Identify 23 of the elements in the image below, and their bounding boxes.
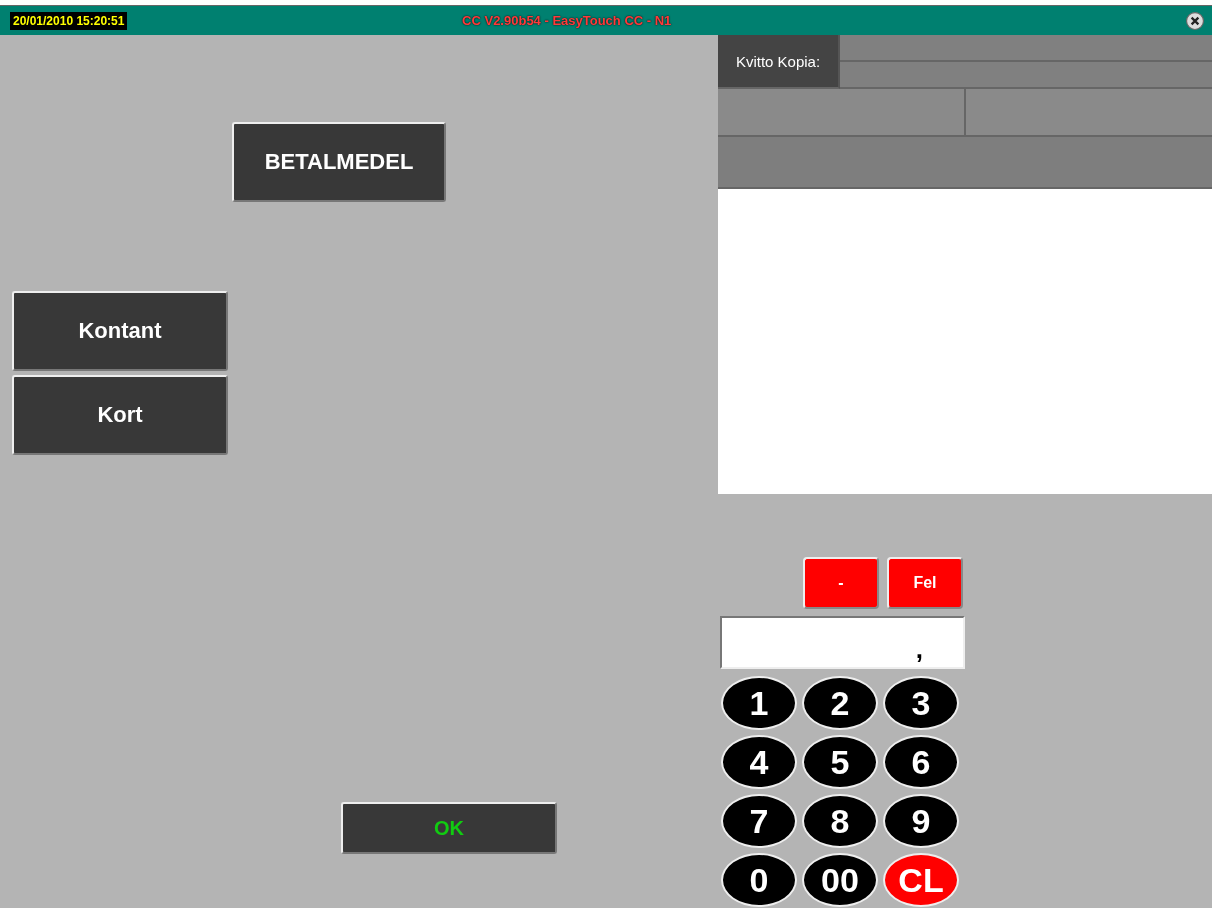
close-icon[interactable] [1186,11,1204,30]
keypad-key[interactable]: 6 [883,735,959,789]
keypad-key[interactable]: 9 [883,794,959,848]
keypad-key[interactable]: 5 [802,735,878,789]
keypad-function-button[interactable]: Fel [887,557,963,609]
keypad-key[interactable]: CL [883,853,959,907]
payment-button[interactable]: Kontant [12,291,228,371]
keypad-key[interactable]: 1 [721,676,797,730]
receipt-copy-label: Kvitto Kopia: [718,35,840,89]
datetime-label: 20/01/2010 15:20:51 [10,11,128,30]
ok-button[interactable]: OK [341,802,557,854]
payment-button[interactable]: Kort [12,375,228,455]
keypad-key[interactable]: 8 [802,794,878,848]
keypad-key[interactable]: 0 [721,853,797,907]
amount-field[interactable]: , [720,616,965,669]
keypad-key[interactable]: 3 [883,676,959,730]
category-button[interactable]: BETALMEDEL [232,122,446,202]
keypad-key[interactable]: 7 [721,794,797,848]
keypad-key[interactable]: 4 [721,735,797,789]
keypad-key[interactable]: 00 [802,853,878,907]
window-title: CC V2.90b54 - EasyTouch CC - N1 [461,13,673,28]
keypad-key[interactable]: 2 [802,676,878,730]
keypad-function-button[interactable]: - [803,557,879,609]
